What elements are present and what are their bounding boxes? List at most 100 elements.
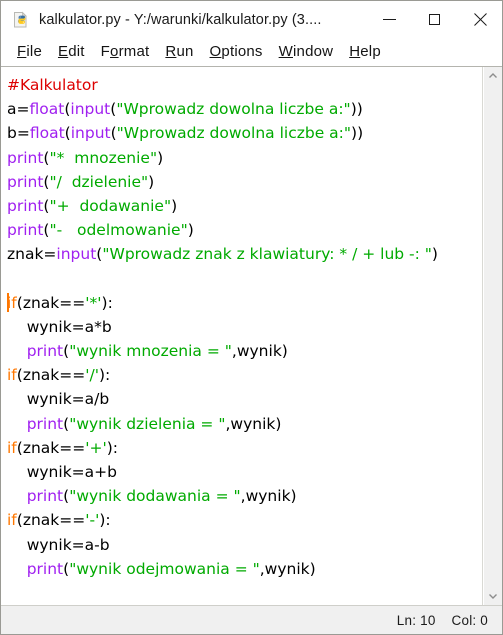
code-token-builtin: print — [7, 221, 44, 240]
menu-item-edit[interactable]: Edit — [50, 42, 93, 62]
menu-item-run[interactable]: Run — [157, 42, 201, 62]
code-token-string: '*' — [85, 293, 102, 312]
code-token-builtin: input — [70, 124, 111, 143]
code-token-plain: (znak== — [16, 366, 86, 385]
code-line: wynik=a/b — [7, 387, 482, 411]
python-file-icon — [12, 11, 30, 29]
code-token-builtin: print — [7, 148, 44, 167]
code-token-builtin: print — [7, 196, 44, 215]
window-title: kalkulator.py - Y:/warunki/kalkulator.py… — [39, 11, 322, 28]
menu-item-format[interactable]: Format — [93, 42, 158, 62]
code-token-comment: #Kalkulator — [7, 76, 98, 94]
status-bar: Ln: 10 Col: 0 — [1, 605, 502, 634]
code-token-plain: ,wynik) — [225, 414, 282, 433]
code-line: #Kalkulator — [7, 73, 482, 97]
scrollbar-track[interactable] — [484, 85, 502, 587]
code-token-plain: wynik=a+b — [7, 463, 117, 481]
code-line: print("* mnozenie") — [7, 146, 482, 170]
menu-item-options[interactable]: Options — [202, 42, 271, 62]
minimize-icon — [383, 19, 396, 20]
code-token-builtin: input — [70, 100, 111, 119]
code-token-builtin: print — [26, 559, 64, 578]
maximize-button[interactable] — [412, 1, 457, 38]
code-token-plain: (znak== — [16, 293, 86, 312]
chevron-up-icon — [489, 73, 497, 78]
menu-item-file[interactable]: File — [9, 42, 50, 62]
close-icon — [473, 13, 487, 27]
vertical-scrollbar[interactable] — [483, 67, 502, 605]
code-token-plain: wynik=a-b — [7, 535, 110, 554]
code-token-plain: ): — [101, 293, 113, 312]
code-token-string: "Wprowadz znak z klawiatury: * / + lub -… — [102, 245, 432, 264]
code-line: wynik=a+b — [7, 460, 482, 484]
code-token-string: "wynik odejmowania = " — [69, 559, 260, 578]
code-token-keyword: if — [7, 438, 17, 457]
code-token-builtin: print — [7, 172, 44, 191]
source-code: #Kalkulator a=float(input("Wprowadz dowol… — [7, 73, 482, 581]
code-line: print("wynik mnozenia = ",wynik) — [7, 339, 482, 363]
code-token-plain: ,wynik) — [231, 342, 288, 361]
code-token-plain: )) — [350, 100, 363, 119]
code-line: znak=input("Wprowadz znak z klawiatury: … — [7, 242, 482, 266]
code-token-plain: ) — [171, 196, 178, 215]
code-token-keyword: if — [7, 366, 17, 385]
menu-bar: File Edit Format Run Options Window Help — [1, 38, 502, 66]
code-line: wynik=a*b — [7, 315, 482, 339]
close-button[interactable] — [457, 1, 502, 38]
code-token-plain: ,wynik) — [240, 487, 297, 506]
code-line: a=float(input("Wprowadz dowolna liczbe a… — [7, 97, 482, 121]
code-text-area[interactable]: #Kalkulator a=float(input("Wprowadz dowol… — [1, 67, 483, 605]
minimize-button[interactable] — [367, 1, 412, 38]
code-token-keyword: if — [7, 293, 17, 312]
status-line-number: Ln: 10 — [396, 612, 436, 628]
code-token-string: "wynik dzielenia = " — [69, 414, 226, 433]
code-token-string: "* mnozenie" — [49, 148, 158, 167]
code-token-plain: ) — [187, 221, 194, 240]
menu-item-window[interactable]: Window — [271, 42, 342, 62]
scroll-up-button[interactable] — [484, 67, 502, 85]
code-line: print("- odelmowanie") — [7, 218, 482, 242]
code-token-string: "Wprowadz dowolna liczbe a:" — [116, 124, 352, 143]
code-token-plain: (znak== — [16, 511, 86, 530]
maximize-icon — [429, 14, 440, 25]
code-token-plain: b= — [7, 124, 30, 143]
code-token-string: "+ dodawanie" — [49, 196, 172, 215]
code-token-builtin: input — [56, 245, 97, 264]
code-token-builtin: print — [26, 487, 64, 506]
code-line: print("wynik odejmowania = ",wynik) — [7, 557, 482, 581]
code-token-plain: ) — [431, 245, 438, 264]
code-token-plain: ) — [148, 172, 155, 191]
code-token-string: '-' — [85, 511, 100, 530]
code-line: if(znak=='-'): — [7, 508, 482, 532]
title-bar[interactable]: kalkulator.py - Y:/warunki/kalkulator.py… — [1, 1, 502, 38]
code-token-string: "/ dzielenie" — [49, 172, 149, 191]
code-token-builtin: float — [29, 100, 65, 119]
code-token-string: "- odelmowanie" — [49, 221, 188, 240]
code-line: wynik=a-b — [7, 533, 482, 557]
menu-item-help[interactable]: Help — [341, 42, 389, 62]
code-token-plain: ): — [98, 366, 111, 385]
code-token-plain: ): — [106, 438, 119, 457]
editor-area: #Kalkulator a=float(input("Wprowadz dowol… — [1, 66, 502, 605]
code-token-keyword: if — [7, 511, 17, 530]
status-column-number: Col: 0 — [451, 612, 488, 628]
code-token-string: '+' — [85, 438, 107, 457]
idle-editor-window: kalkulator.py - Y:/warunki/kalkulator.py… — [0, 0, 503, 635]
chevron-down-icon — [489, 594, 497, 599]
code-token-builtin: print — [26, 414, 64, 433]
code-token-string: "wynik mnozenia = " — [69, 342, 232, 361]
code-token-string: "wynik dodawania = " — [69, 487, 241, 506]
code-line: if(znak=='*'): — [7, 291, 482, 315]
code-line: if(znak=='/'): — [7, 363, 482, 387]
code-token-plain: )) — [351, 124, 364, 143]
code-token-builtin: print — [26, 342, 64, 361]
code-token-plain: ,wynik) — [259, 559, 316, 578]
code-token-plain: ): — [99, 511, 111, 530]
scroll-down-button[interactable] — [484, 587, 502, 605]
code-token-builtin: float — [29, 124, 65, 143]
